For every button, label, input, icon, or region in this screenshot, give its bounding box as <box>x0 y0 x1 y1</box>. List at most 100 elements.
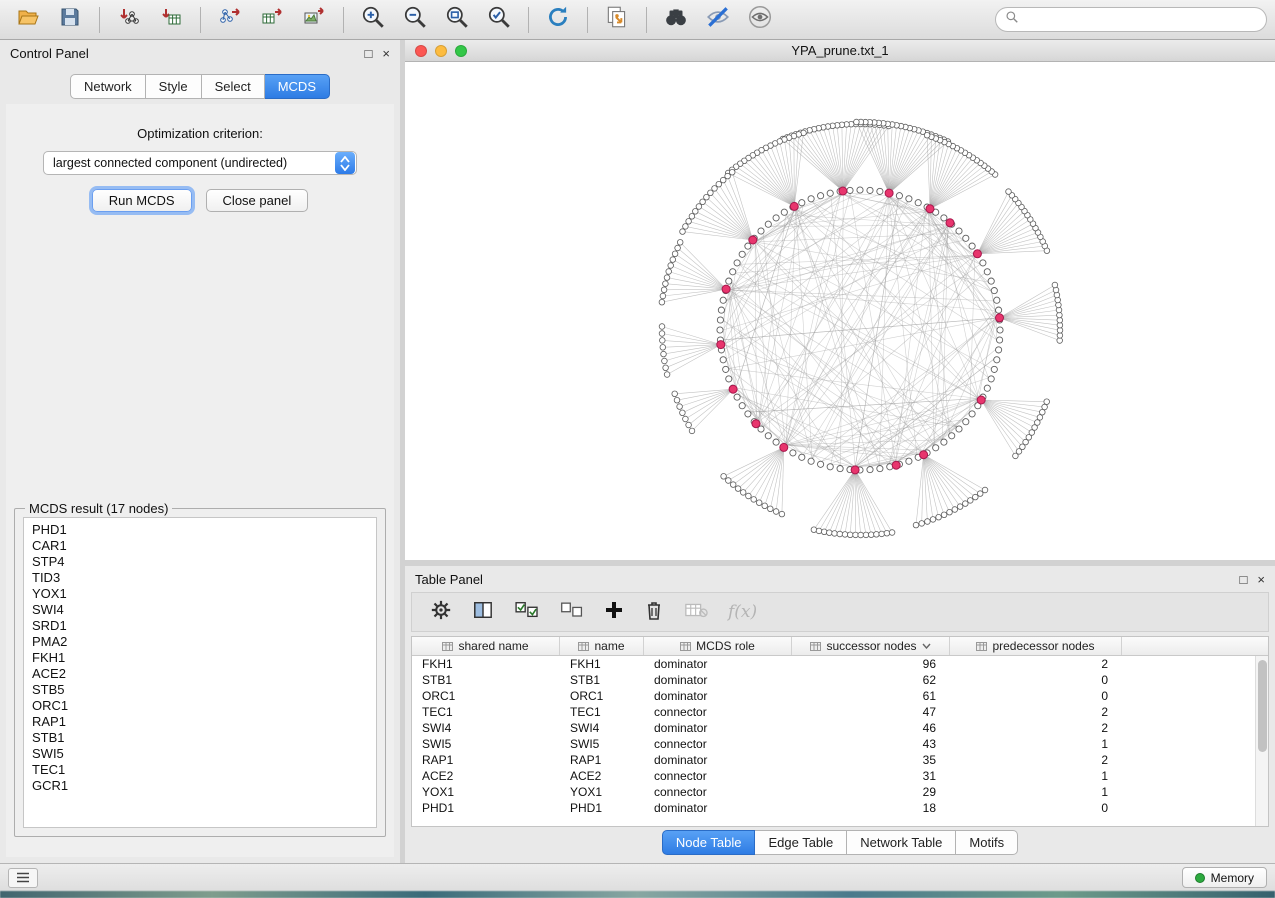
table-cell[interactable]: FKH1 <box>560 657 644 671</box>
table-cell[interactable]: 29 <box>792 785 950 799</box>
export-network-button[interactable] <box>210 3 250 37</box>
table-cell[interactable]: SWI4 <box>412 721 560 735</box>
table-row[interactable]: YOX1YOX1connector291 <box>412 784 1268 800</box>
table-cell[interactable]: ACE2 <box>560 769 644 783</box>
zoom-fit-button[interactable] <box>437 3 477 37</box>
table-cell[interactable]: RAP1 <box>560 753 644 767</box>
result-node-item[interactable]: STB5 <box>32 682 376 698</box>
table-cell[interactable]: 61 <box>792 689 950 703</box>
table-cell[interactable]: 0 <box>950 673 1122 687</box>
table-cell[interactable]: SWI5 <box>412 737 560 751</box>
mcds-result-list[interactable]: PHD1CAR1STP4TID3YOX1SWI4SRD1PMA2FKH1ACE2… <box>23 517 377 828</box>
deselect-all-button[interactable] <box>560 600 584 625</box>
table-cell[interactable]: SWI4 <box>560 721 644 735</box>
table-row[interactable]: FKH1FKH1dominator962 <box>412 656 1268 672</box>
statusbar-menu-button[interactable] <box>8 868 38 888</box>
table-cell[interactable]: ORC1 <box>412 689 560 703</box>
tab-network-table[interactable]: Network Table <box>847 830 956 855</box>
tab-network[interactable]: Network <box>70 74 146 99</box>
zoom-in-button[interactable] <box>353 3 393 37</box>
column-header-shared-name[interactable]: shared name <box>412 637 560 655</box>
table-row[interactable]: SWI4SWI4dominator462 <box>412 720 1268 736</box>
result-node-item[interactable]: TID3 <box>32 570 376 586</box>
result-node-item[interactable]: YOX1 <box>32 586 376 602</box>
float-panel-icon[interactable]: □ <box>365 47 373 60</box>
table-cell[interactable]: dominator <box>644 689 792 703</box>
table-cell[interactable]: connector <box>644 769 792 783</box>
table-cell[interactable]: 62 <box>792 673 950 687</box>
scrollbar-thumb[interactable] <box>1258 660 1267 752</box>
table-cell[interactable]: 2 <box>950 657 1122 671</box>
table-cell[interactable]: 18 <box>792 801 950 815</box>
window-maximize-button[interactable] <box>455 45 467 57</box>
float-panel-icon[interactable]: □ <box>1240 573 1248 586</box>
table-cell[interactable]: 0 <box>950 801 1122 815</box>
table-cell[interactable]: STB1 <box>560 673 644 687</box>
table-scrollbar[interactable] <box>1255 656 1268 826</box>
table-cell[interactable]: PHD1 <box>560 801 644 815</box>
table-cell[interactable]: 1 <box>950 785 1122 799</box>
table-cell[interactable]: STB1 <box>412 673 560 687</box>
result-node-item[interactable]: STP4 <box>32 554 376 570</box>
column-header-mcds-role[interactable]: MCDS role <box>644 637 792 655</box>
tab-select[interactable]: Select <box>202 74 265 99</box>
result-node-item[interactable]: ORC1 <box>32 698 376 714</box>
clone-network-button[interactable] <box>597 3 637 37</box>
export-image-button[interactable] <box>294 3 334 37</box>
table-cell[interactable]: 0 <box>950 689 1122 703</box>
result-node-item[interactable]: CAR1 <box>32 538 376 554</box>
result-node-item[interactable]: PMA2 <box>32 634 376 650</box>
export-table-button[interactable] <box>252 3 292 37</box>
table-cell[interactable]: connector <box>644 737 792 751</box>
result-node-item[interactable]: SWI5 <box>32 746 376 762</box>
zoom-out-button[interactable] <box>395 3 435 37</box>
table-cell[interactable]: 2 <box>950 721 1122 735</box>
hide-selected-button[interactable] <box>698 3 738 37</box>
result-node-item[interactable]: TEC1 <box>32 762 376 778</box>
column-header-successor-nodes[interactable]: successor nodes <box>792 637 950 655</box>
result-node-item[interactable]: FKH1 <box>32 650 376 666</box>
close-panel-icon[interactable]: × <box>382 47 390 60</box>
clear-table-button[interactable] <box>684 601 708 624</box>
table-cell[interactable]: ORC1 <box>560 689 644 703</box>
table-cell[interactable]: 2 <box>950 753 1122 767</box>
table-cell[interactable]: 46 <box>792 721 950 735</box>
table-cell[interactable]: dominator <box>644 753 792 767</box>
table-cell[interactable]: TEC1 <box>560 705 644 719</box>
table-cell[interactable]: dominator <box>644 657 792 671</box>
table-row[interactable]: TEC1TEC1connector472 <box>412 704 1268 720</box>
table-row[interactable]: RAP1RAP1dominator352 <box>412 752 1268 768</box>
window-close-button[interactable] <box>415 45 427 57</box>
table-cell[interactable]: FKH1 <box>412 657 560 671</box>
close-panel-icon[interactable]: × <box>1257 573 1265 586</box>
close-panel-button[interactable]: Close panel <box>206 189 309 212</box>
table-row[interactable]: ACE2ACE2connector311 <box>412 768 1268 784</box>
table-cell[interactable]: 43 <box>792 737 950 751</box>
show-columns-button[interactable] <box>472 600 494 625</box>
table-row[interactable]: ORC1ORC1dominator610 <box>412 688 1268 704</box>
table-cell[interactable]: 1 <box>950 737 1122 751</box>
network-view-canvas[interactable] <box>405 62 1275 560</box>
table-cell[interactable]: YOX1 <box>560 785 644 799</box>
column-header-name[interactable]: name <box>560 637 644 655</box>
table-cell[interactable]: ACE2 <box>412 769 560 783</box>
table-row[interactable]: PHD1PHD1dominator180 <box>412 800 1268 816</box>
memory-button[interactable]: Memory <box>1182 867 1267 888</box>
column-header-predecessor-nodes[interactable]: predecessor nodes <box>950 637 1122 655</box>
result-node-item[interactable]: RAP1 <box>32 714 376 730</box>
show-all-button[interactable] <box>740 3 780 37</box>
import-network-button[interactable] <box>109 3 149 37</box>
table-cell[interactable]: 96 <box>792 657 950 671</box>
find-button[interactable] <box>656 3 696 37</box>
apply-layout-button[interactable] <box>538 3 578 37</box>
tab-motifs[interactable]: Motifs <box>956 830 1018 855</box>
select-all-button[interactable] <box>514 600 540 625</box>
table-cell[interactable]: connector <box>644 705 792 719</box>
table-cell[interactable]: RAP1 <box>412 753 560 767</box>
table-cell[interactable]: 1 <box>950 769 1122 783</box>
search-input[interactable] <box>1024 13 1257 27</box>
result-node-item[interactable]: ACE2 <box>32 666 376 682</box>
table-cell[interactable]: 35 <box>792 753 950 767</box>
result-node-item[interactable]: SWI4 <box>32 602 376 618</box>
table-cell[interactable]: dominator <box>644 721 792 735</box>
